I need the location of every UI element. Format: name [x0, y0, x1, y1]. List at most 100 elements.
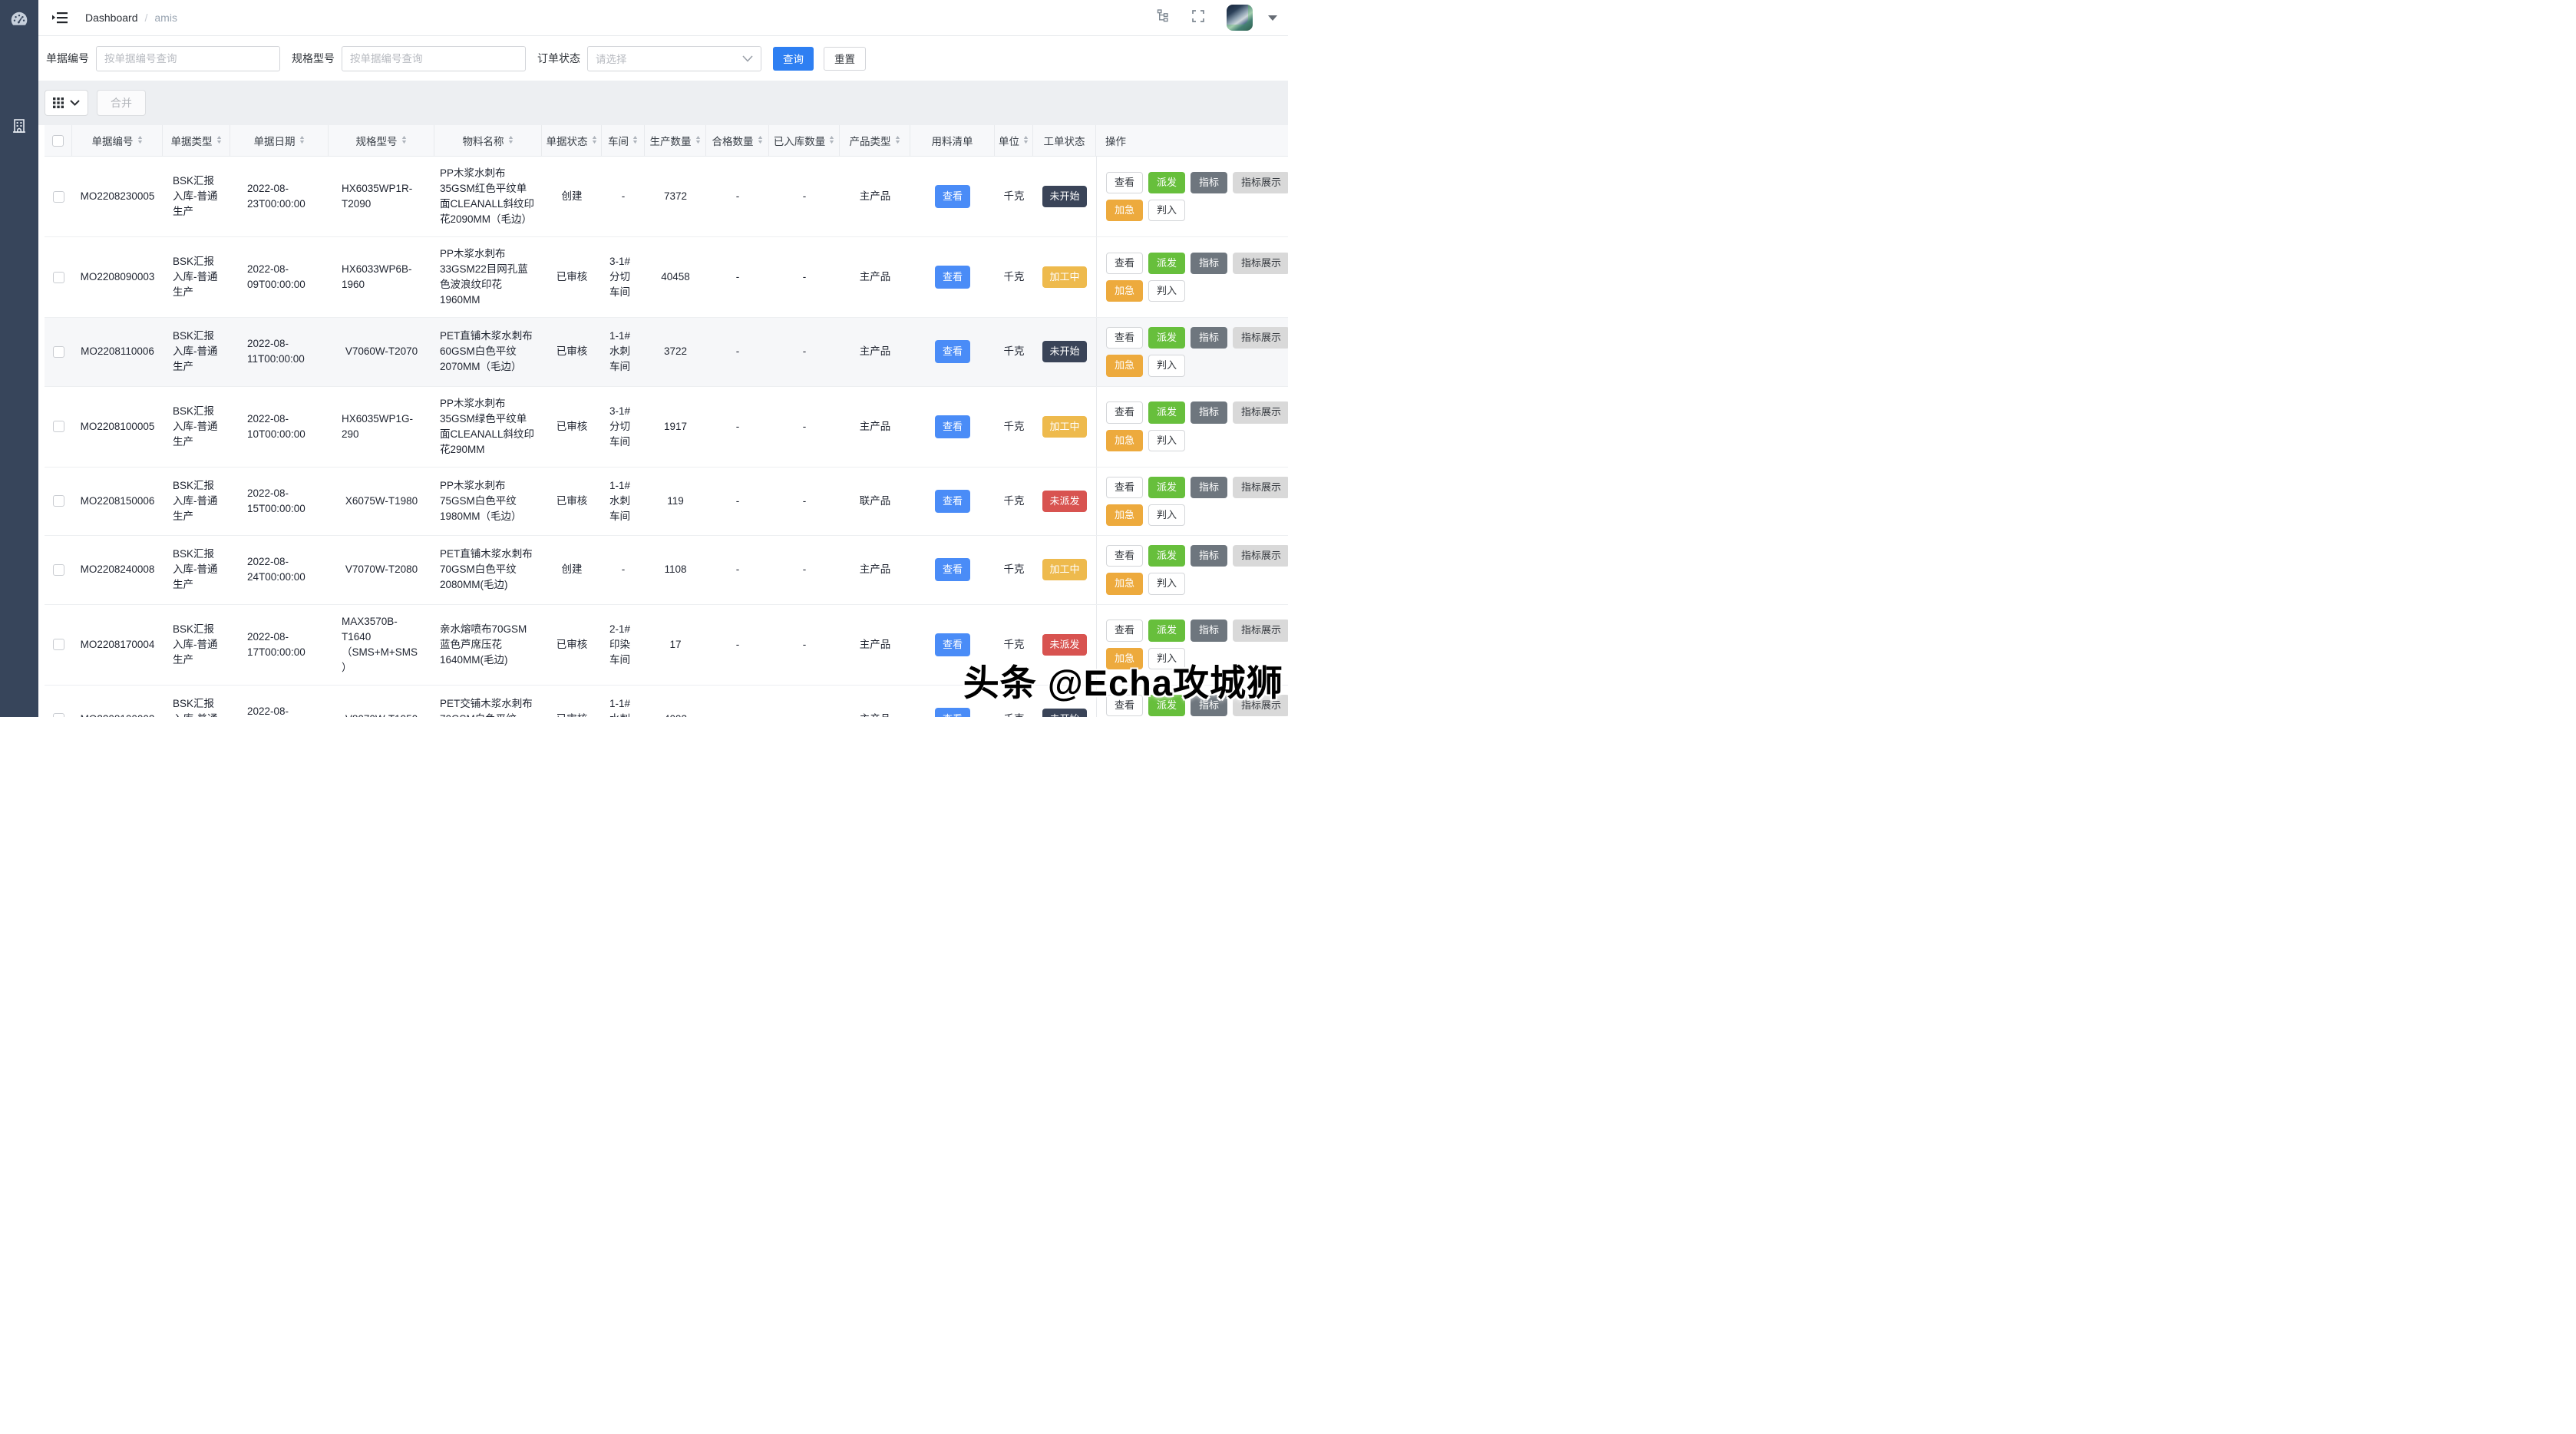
- sort-icon[interactable]: ▲▼: [508, 136, 514, 145]
- bom-view-button[interactable]: 查看: [935, 490, 970, 513]
- judge-in-button[interactable]: 判入: [1148, 280, 1185, 302]
- user-avatar[interactable]: [1227, 5, 1253, 31]
- col-header-product_type[interactable]: 产品类型▲▼: [840, 125, 910, 156]
- dispatch-button[interactable]: 派发: [1148, 620, 1185, 641]
- view-button[interactable]: 查看: [1106, 253, 1143, 274]
- cell-work_status: 未开始: [1033, 157, 1096, 236]
- judge-in-button[interactable]: 判入: [1148, 200, 1185, 221]
- judge-in-button[interactable]: 判入: [1148, 430, 1185, 451]
- sort-icon[interactable]: ▲▼: [592, 136, 597, 145]
- row-checkbox[interactable]: [53, 495, 64, 507]
- view-button[interactable]: 查看: [1106, 401, 1143, 423]
- dispatch-button[interactable]: 派发: [1148, 172, 1185, 193]
- sort-icon[interactable]: ▲▼: [829, 136, 834, 145]
- user-menu-caret-icon[interactable]: [1268, 15, 1277, 21]
- sort-icon[interactable]: ▲▼: [216, 136, 222, 145]
- sort-icon[interactable]: ▲▼: [695, 136, 701, 145]
- col-header-workshop[interactable]: 车间▲▼: [602, 125, 645, 156]
- indicator-display-button[interactable]: 指标展示: [1233, 545, 1288, 567]
- query-button[interactable]: 查询: [773, 47, 814, 71]
- row-checkbox[interactable]: [53, 564, 64, 576]
- sort-icon[interactable]: ▲▼: [299, 136, 305, 145]
- view-button[interactable]: 查看: [1106, 477, 1143, 498]
- sitemap-icon[interactable]: [1155, 9, 1170, 26]
- urgent-button[interactable]: 加急: [1106, 280, 1143, 302]
- indicator-display-button[interactable]: 指标展示: [1233, 401, 1288, 423]
- sort-icon[interactable]: ▲▼: [1023, 136, 1029, 145]
- indicator-button[interactable]: 指标: [1191, 172, 1227, 193]
- dispatch-button[interactable]: 派发: [1148, 545, 1185, 567]
- view-button[interactable]: 查看: [1106, 327, 1143, 349]
- urgent-button[interactable]: 加急: [1106, 573, 1143, 594]
- merge-button[interactable]: 合并: [97, 90, 146, 116]
- filter-spec: 规格型号: [292, 46, 526, 71]
- sidebar-toggle-icon[interactable]: [52, 11, 68, 25]
- view-button[interactable]: 查看: [1106, 172, 1143, 193]
- row-checkbox[interactable]: [53, 639, 64, 650]
- indicator-button[interactable]: 指标: [1191, 545, 1227, 567]
- dispatch-button[interactable]: 派发: [1148, 477, 1185, 498]
- urgent-button[interactable]: 加急: [1106, 200, 1143, 221]
- row-checkbox[interactable]: [53, 421, 64, 432]
- sort-icon[interactable]: ▲▼: [758, 136, 763, 145]
- bom-view-button[interactable]: 查看: [935, 633, 970, 656]
- doc-no-input[interactable]: [96, 46, 280, 71]
- row-checkbox[interactable]: [53, 191, 64, 203]
- indicator-display-button[interactable]: 指标展示: [1233, 620, 1288, 641]
- dispatch-button[interactable]: 派发: [1148, 401, 1185, 423]
- col-header-doc_status[interactable]: 单据状态▲▼: [542, 125, 602, 156]
- urgent-button[interactable]: 加急: [1106, 504, 1143, 526]
- indicator-button[interactable]: 指标: [1191, 253, 1227, 274]
- sort-icon[interactable]: ▲▼: [137, 136, 143, 145]
- cell-work_status: 未开始: [1033, 318, 1096, 386]
- judge-in-button[interactable]: 判入: [1148, 355, 1185, 376]
- indicator-display-button[interactable]: 指标展示: [1233, 477, 1288, 498]
- order-status-select[interactable]: 请选择: [587, 46, 761, 71]
- dispatch-button[interactable]: 派发: [1148, 253, 1185, 274]
- sort-icon[interactable]: ▲▼: [632, 136, 638, 145]
- indicator-display-button[interactable]: 指标展示: [1233, 253, 1288, 274]
- row-checkbox[interactable]: [53, 346, 64, 358]
- factory-building-icon[interactable]: [0, 117, 38, 135]
- dispatch-button[interactable]: 派发: [1148, 327, 1185, 349]
- indicator-button[interactable]: 指标: [1191, 401, 1227, 423]
- select-all-checkbox[interactable]: [52, 135, 64, 147]
- sort-icon[interactable]: ▲▼: [895, 136, 900, 145]
- col-header-doc_type[interactable]: 单据类型▲▼: [163, 125, 230, 156]
- bom-view-button[interactable]: 查看: [935, 266, 970, 289]
- indicator-display-button[interactable]: 指标展示: [1233, 327, 1288, 349]
- indicator-display-button[interactable]: 指标展示: [1233, 172, 1288, 193]
- bom-view-button[interactable]: 查看: [935, 185, 970, 208]
- breadcrumb-dashboard[interactable]: Dashboard: [85, 12, 138, 24]
- column-settings-button[interactable]: [45, 90, 88, 116]
- judge-in-button[interactable]: 判入: [1148, 573, 1185, 594]
- bom-view-button[interactable]: 查看: [935, 558, 970, 581]
- col-header-doc_no[interactable]: 单据编号▲▼: [72, 125, 163, 156]
- row-checkbox[interactable]: [53, 713, 64, 717]
- bom-view-button[interactable]: 查看: [935, 708, 970, 717]
- cell-doc_date: 2022-08-23T00:00:00: [230, 157, 329, 236]
- indicator-button[interactable]: 指标: [1191, 477, 1227, 498]
- urgent-button[interactable]: 加急: [1106, 355, 1143, 376]
- col-header-material[interactable]: 物料名称▲▼: [434, 125, 542, 156]
- col-header-spec[interactable]: 规格型号▲▼: [329, 125, 434, 156]
- indicator-button[interactable]: 指标: [1191, 620, 1227, 641]
- sort-icon[interactable]: ▲▼: [401, 136, 407, 145]
- col-header-qty_in[interactable]: 已入库数量▲▼: [769, 125, 840, 156]
- view-button[interactable]: 查看: [1106, 620, 1143, 641]
- bom-view-button[interactable]: 查看: [935, 340, 970, 363]
- reset-button[interactable]: 重置: [824, 47, 866, 71]
- col-header-doc_date[interactable]: 单据日期▲▼: [230, 125, 329, 156]
- col-header-qty_ok[interactable]: 合格数量▲▼: [706, 125, 769, 156]
- row-checkbox[interactable]: [53, 272, 64, 283]
- col-header-qty_prod[interactable]: 生产数量▲▼: [645, 125, 706, 156]
- judge-in-button[interactable]: 判入: [1148, 504, 1185, 526]
- dashboard-gauge-icon[interactable]: [0, 9, 38, 29]
- indicator-button[interactable]: 指标: [1191, 327, 1227, 349]
- spec-input[interactable]: [342, 46, 526, 71]
- urgent-button[interactable]: 加急: [1106, 430, 1143, 451]
- col-header-unit[interactable]: 单位▲▼: [995, 125, 1033, 156]
- bom-view-button[interactable]: 查看: [935, 415, 970, 438]
- view-button[interactable]: 查看: [1106, 545, 1143, 567]
- fullscreen-icon[interactable]: [1191, 9, 1205, 27]
